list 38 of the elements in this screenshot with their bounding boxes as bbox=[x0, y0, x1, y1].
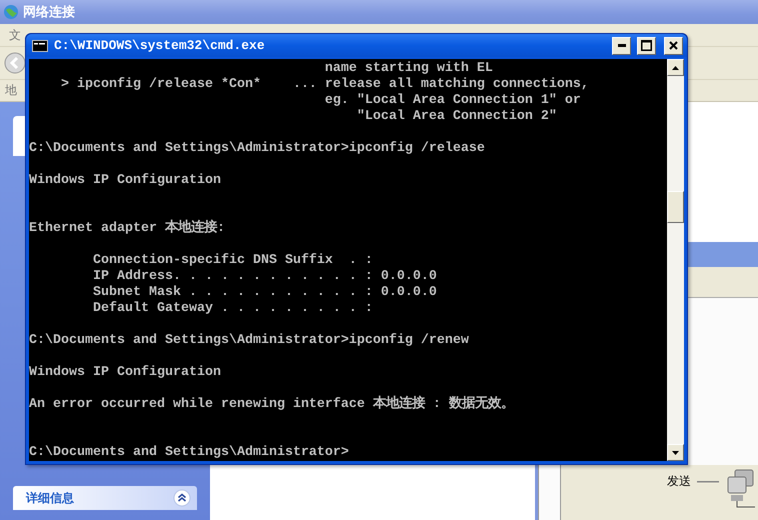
console-line: C:\Documents and Settings\Administrator>ipconfig /renew bbox=[29, 333, 470, 349]
send-label: 发送 bbox=[667, 473, 691, 490]
scroll-thumb[interactable] bbox=[667, 191, 684, 223]
window-title: 网络连接 bbox=[23, 4, 75, 21]
scroll-down-button[interactable] bbox=[667, 444, 684, 461]
console-line: Windows IP Configuration bbox=[29, 173, 222, 189]
console-line: "Local Area Connection 2" bbox=[356, 109, 558, 125]
console-line: An error occurred while renewing interface 本地连接 : 数据无效。 bbox=[29, 397, 515, 413]
console-line: Ethernet adapter 本地连接: bbox=[29, 221, 226, 237]
details-title: 详细信息 bbox=[26, 490, 74, 506]
console-icon bbox=[32, 40, 48, 52]
maximize-icon bbox=[641, 40, 652, 51]
scroll-up-button[interactable] bbox=[667, 59, 684, 76]
console-line: Connection-specific DNS Suffix . : bbox=[92, 253, 374, 269]
console-line: IP Address. . . . . . . . . . . . : 0.0.0.0 bbox=[92, 269, 438, 285]
details-panel-header[interactable]: 详细信息 bbox=[13, 486, 197, 510]
console-line: C:\Documents and Settings\Administrator> bbox=[29, 445, 350, 461]
console-title: C:\WINDOWS\system32\cmd.exe bbox=[54, 38, 265, 53]
up-arrow-icon bbox=[672, 66, 679, 70]
down-arrow-icon bbox=[672, 450, 679, 454]
console-line: eg. "Local Area Connection 1" or bbox=[324, 93, 582, 109]
address-label: 地 bbox=[5, 82, 17, 99]
console-line: Windows IP Configuration bbox=[29, 365, 222, 381]
minimize-button[interactable] bbox=[612, 36, 631, 54]
menu-item[interactable]: 文 bbox=[9, 26, 21, 44]
minimize-icon bbox=[618, 44, 626, 47]
computers-icon bbox=[725, 469, 755, 509]
close-button[interactable] bbox=[664, 36, 683, 54]
back-icon[interactable] bbox=[4, 52, 26, 74]
console-line: Subnet Mask . . . . . . . . . . . : 0.0.0.0 bbox=[92, 285, 438, 301]
dash-line-icon bbox=[697, 480, 719, 484]
collapse-icon[interactable] bbox=[173, 489, 191, 507]
console-line: C:\Documents and Settings\Administrator>ipconfig /release bbox=[29, 141, 486, 157]
close-icon bbox=[669, 41, 678, 50]
console-line: Default Gateway . . . . . . . . . : bbox=[92, 301, 374, 317]
maximize-button[interactable] bbox=[637, 36, 656, 54]
console-line: name starting with EL bbox=[324, 61, 494, 77]
console-line: > ipconfig /release *Con* ... release all matching connections, bbox=[60, 77, 590, 93]
